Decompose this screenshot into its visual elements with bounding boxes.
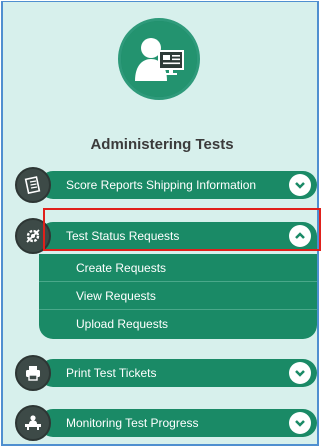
menu-item-score-reports[interactable]: Score Reports Shipping Information bbox=[15, 167, 317, 203]
submenu-create-requests[interactable]: Create Requests bbox=[39, 254, 317, 282]
menu-item-monitoring-test-progress[interactable]: Monitoring Test Progress bbox=[15, 405, 317, 441]
submenu-upload-requests[interactable]: Upload Requests bbox=[39, 310, 317, 338]
menu-item-print-test-tickets[interactable]: Print Test Tickets bbox=[15, 355, 317, 391]
menu-item-test-status-requests[interactable]: Test Status Requests bbox=[15, 218, 317, 254]
menu-item-label: Score Reports Shipping Information bbox=[66, 178, 257, 192]
page-title: Administering Tests bbox=[90, 136, 234, 153]
administrator-avatar-icon bbox=[118, 18, 200, 100]
chevron-down-icon[interactable] bbox=[289, 412, 311, 434]
chevron-down-icon[interactable] bbox=[289, 174, 311, 196]
gear-slash-icon bbox=[15, 218, 51, 254]
menu-item-label: Print Test Tickets bbox=[66, 366, 157, 380]
submenu-view-requests[interactable]: View Requests bbox=[39, 282, 317, 310]
report-icon bbox=[15, 167, 51, 203]
chevron-up-icon[interactable] bbox=[289, 225, 311, 247]
printer-icon bbox=[15, 355, 51, 391]
monitor-user-icon bbox=[15, 405, 51, 441]
test-status-submenu: Create Requests View Requests Upload Req… bbox=[39, 254, 317, 339]
menu-item-label: Monitoring Test Progress bbox=[66, 416, 199, 430]
menu-item-label: Test Status Requests bbox=[66, 229, 180, 243]
chevron-down-icon[interactable] bbox=[289, 362, 311, 384]
administering-tests-panel: Administering Tests Score Reports Shippi… bbox=[1, 1, 319, 446]
